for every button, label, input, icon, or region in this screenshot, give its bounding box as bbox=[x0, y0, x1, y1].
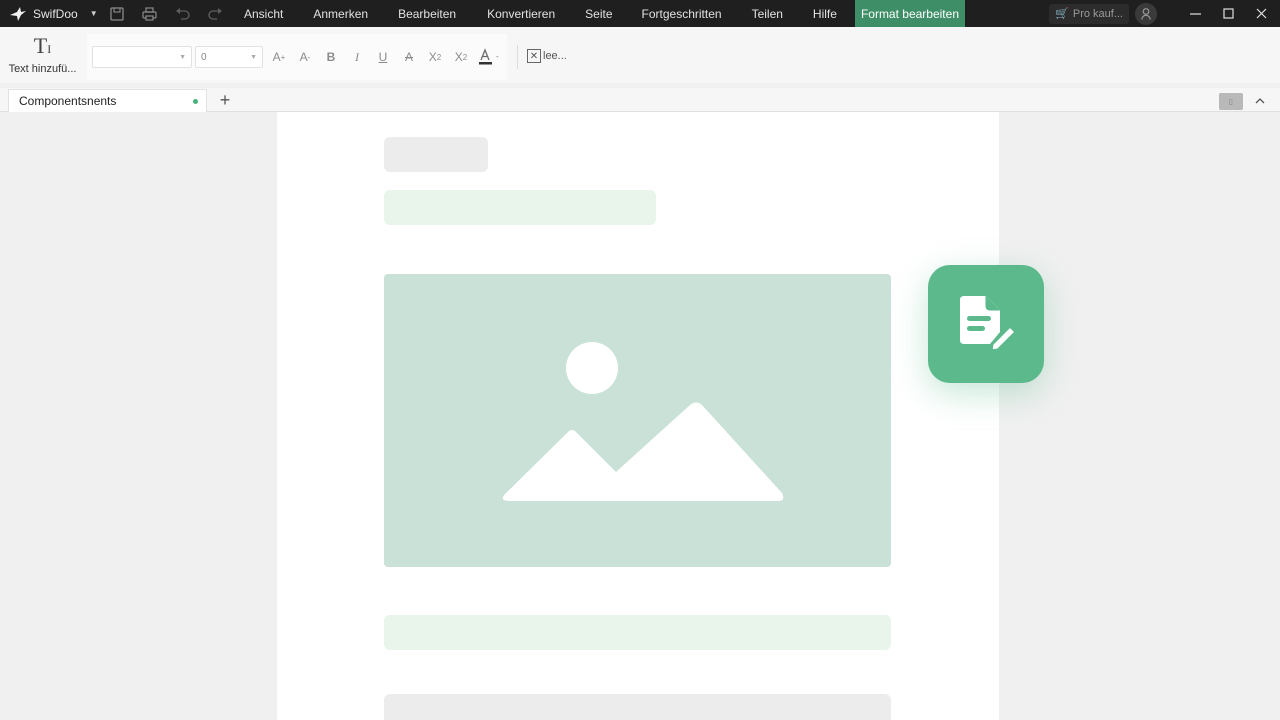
document-page bbox=[277, 112, 999, 720]
redo-icon[interactable] bbox=[199, 0, 232, 27]
image-icon bbox=[502, 342, 784, 501]
panel-toggle-icon[interactable]: ▯ bbox=[1219, 93, 1243, 110]
menu-convert[interactable]: Konvertieren bbox=[487, 0, 555, 27]
menu-help[interactable]: Hilfe bbox=[813, 0, 837, 27]
image-placeholder bbox=[384, 274, 891, 567]
chevron-down-icon: ▼ bbox=[250, 53, 257, 61]
font-color-icon[interactable] bbox=[474, 46, 506, 68]
subscript-icon[interactable]: X2 bbox=[448, 46, 474, 68]
print-icon[interactable] bbox=[133, 0, 166, 27]
add-tab-icon[interactable]: + bbox=[215, 88, 235, 112]
menu-page[interactable]: Seite bbox=[585, 0, 612, 27]
menu-edit[interactable]: Bearbeiten bbox=[398, 0, 456, 27]
text-tool-icon: TI bbox=[33, 33, 52, 58]
maximize-button[interactable] bbox=[1212, 0, 1245, 27]
font-grow-icon[interactable]: A + bbox=[266, 46, 292, 68]
title-bar: SwifDoo ▼ Ansicht Anmerken Bearbeiten Ko… bbox=[0, 0, 1280, 27]
menu-annotate[interactable]: Anmerken bbox=[313, 0, 368, 27]
clear-format-icon: ✕ bbox=[527, 49, 541, 63]
quick-access-toolbar bbox=[100, 0, 232, 27]
menu-format-edit[interactable]: Format bearbeiten bbox=[854, 0, 965, 27]
font-size-select[interactable]: 0 ▼ bbox=[195, 46, 263, 68]
font-shrink-icon[interactable]: A- bbox=[292, 46, 318, 68]
add-text-button[interactable]: TI Text hinzufü... bbox=[0, 27, 85, 83]
main-menu: Ansicht Anmerken Bearbeiten Konvertieren… bbox=[239, 0, 965, 27]
app-name: SwifDoo bbox=[33, 6, 78, 21]
title-placeholder bbox=[384, 137, 488, 172]
document-tab-bar: Componentsnents + ▯ bbox=[0, 88, 1280, 112]
buy-pro-label: Pro kauf... bbox=[1072, 7, 1123, 20]
menu-advanced[interactable]: Fortgeschritten bbox=[642, 0, 722, 27]
chevron-down-icon: ▼ bbox=[179, 53, 186, 61]
text-placeholder bbox=[384, 615, 891, 650]
chevron-down-icon: ▼ bbox=[89, 9, 98, 18]
unsaved-indicator bbox=[193, 99, 198, 104]
clear-format-button[interactable]: ✕ lee... bbox=[527, 49, 567, 63]
title-bar-actions: 🛒 Pro kauf... bbox=[1049, 0, 1280, 27]
cart-icon: 🛒 bbox=[1055, 8, 1069, 20]
swifdoo-bird-icon bbox=[10, 6, 26, 21]
add-text-label: Text hinzufü... bbox=[8, 63, 77, 75]
text-format-group: ▼ 0 ▼ A + A- B I U A X2 X2 bbox=[87, 34, 507, 80]
menu-share[interactable]: Teilen bbox=[752, 0, 783, 27]
chevron-up-icon[interactable] bbox=[1252, 91, 1268, 109]
bold-icon[interactable]: B bbox=[318, 46, 344, 68]
font-family-select[interactable]: ▼ bbox=[92, 46, 192, 68]
subtitle-placeholder bbox=[384, 190, 656, 225]
menu-view[interactable]: Ansicht bbox=[244, 0, 283, 27]
close-button[interactable] bbox=[1245, 0, 1278, 27]
italic-icon[interactable]: I bbox=[344, 46, 370, 68]
underline-icon[interactable]: U bbox=[370, 46, 396, 68]
document-tab-label: Componentsnents bbox=[19, 94, 117, 108]
document-edit-icon[interactable] bbox=[928, 265, 1044, 383]
clear-format-label: lee... bbox=[543, 50, 567, 62]
font-size-value: 0 bbox=[201, 51, 207, 63]
strikethrough-icon[interactable]: A bbox=[396, 46, 422, 68]
toolbar-divider bbox=[517, 45, 518, 69]
save-icon[interactable] bbox=[100, 0, 133, 27]
user-icon[interactable] bbox=[1135, 2, 1157, 25]
minimize-button[interactable] bbox=[1179, 0, 1212, 27]
buy-pro-button[interactable]: 🛒 Pro kauf... bbox=[1049, 3, 1129, 24]
document-tab[interactable]: Componentsnents bbox=[8, 89, 207, 112]
text-placeholder bbox=[384, 694, 891, 720]
format-ribbon: TI Text hinzufü... ▼ 0 ▼ A + A- B I U A X… bbox=[0, 27, 1280, 83]
superscript-icon[interactable]: X2 bbox=[422, 46, 448, 68]
app-menu-button[interactable]: SwifDoo ▼ bbox=[0, 0, 100, 27]
undo-icon[interactable] bbox=[166, 0, 199, 27]
